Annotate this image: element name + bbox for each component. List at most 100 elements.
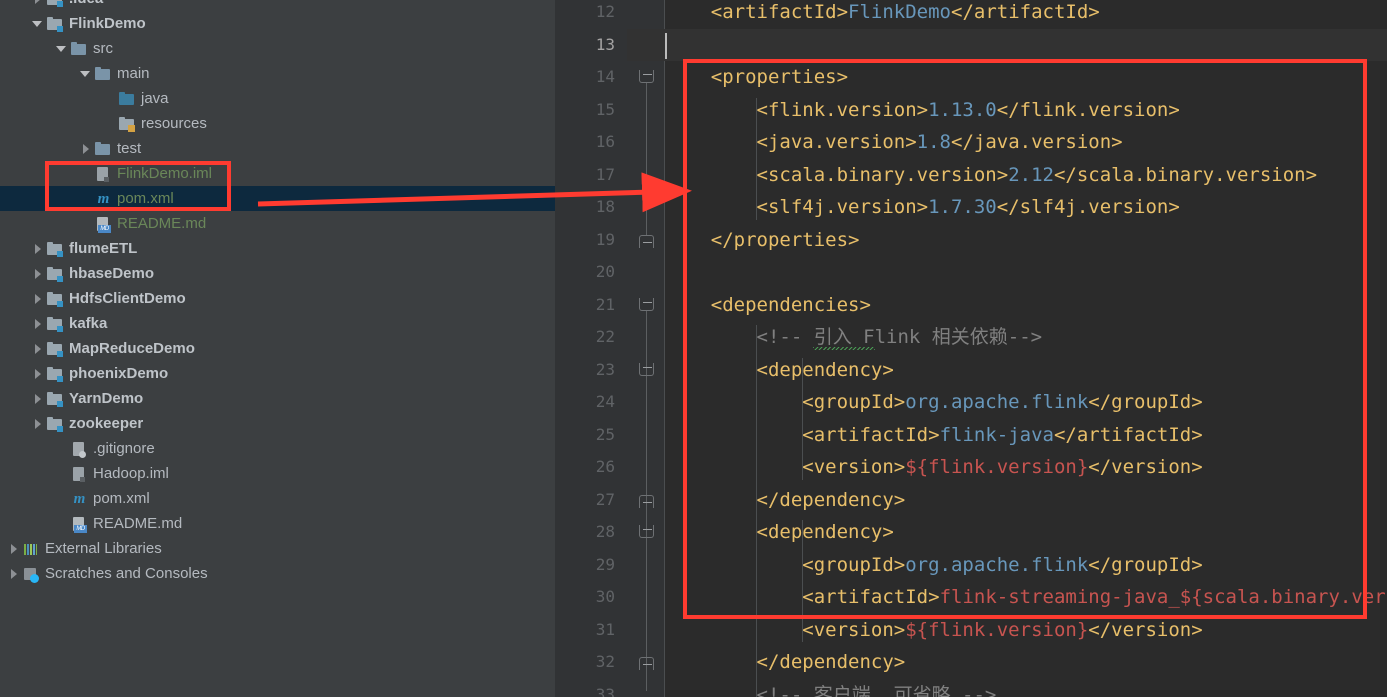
line-number[interactable]: 18 bbox=[555, 191, 615, 224]
fold-start-icon[interactable] bbox=[639, 70, 654, 83]
tree-item-mapreducedemo[interactable]: MapReduceDemo bbox=[0, 336, 555, 361]
code-line-12[interactable]: <artifactId>FlinkDemo</artifactId> bbox=[665, 0, 1387, 29]
line-number[interactable]: 29 bbox=[555, 549, 615, 582]
line-number[interactable]: 23 bbox=[555, 354, 615, 387]
line-number-gutter[interactable]: 12 13 14 15 16 17 18 19 20 21 22 23 24 25 26 27 28 29 30 31… bbox=[555, 0, 627, 697]
code-token: <flink.version> bbox=[756, 98, 929, 121]
tree-item-resources[interactable]: resources bbox=[0, 111, 555, 136]
chevron-right-icon[interactable] bbox=[32, 318, 44, 330]
code-line-27[interactable]: </dependency> bbox=[665, 484, 1387, 517]
chevron-right-icon[interactable] bbox=[32, 268, 44, 280]
tree-item-external-libraries[interactable]: External Libraries bbox=[0, 536, 555, 561]
code-line-23[interactable]: <dependency> bbox=[665, 354, 1387, 387]
code-line-14[interactable]: <properties> bbox=[665, 61, 1387, 94]
line-number[interactable]: 26 bbox=[555, 451, 615, 484]
line-number[interactable]: 28 bbox=[555, 516, 615, 549]
chevron-right-icon[interactable] bbox=[8, 543, 20, 555]
code-line-24[interactable]: <groupId>org.apache.flink</groupId> bbox=[665, 386, 1387, 419]
code-line-28[interactable]: <dependency> bbox=[665, 516, 1387, 549]
code-line-17[interactable]: <scala.binary.version>2.12</scala.binary… bbox=[665, 159, 1387, 192]
code-line-25[interactable]: <artifactId>flink-java</artifactId> bbox=[665, 419, 1387, 452]
tree-item-hadoop-iml[interactable]: Hadoop.iml bbox=[0, 461, 555, 486]
tree-item-scratches-and-consoles[interactable]: Scratches and Consoles bbox=[0, 561, 555, 586]
chevron-right-icon[interactable] bbox=[32, 343, 44, 355]
code-line-15[interactable]: <flink.version>1.13.0</flink.version> bbox=[665, 94, 1387, 127]
line-number[interactable]: 13 bbox=[555, 29, 615, 62]
code-line-31[interactable]: <version>${flink.version}</version> bbox=[665, 614, 1387, 647]
tree-item-test[interactable]: test bbox=[0, 136, 555, 161]
tree-item--gitignore[interactable]: .gitignore bbox=[0, 436, 555, 461]
chevron-right-icon[interactable] bbox=[32, 418, 44, 430]
code-line-16[interactable]: <java.version>1.8</java.version> bbox=[665, 126, 1387, 159]
fold-end-icon[interactable] bbox=[639, 657, 654, 670]
code-editor[interactable]: 12 13 14 15 16 17 18 19 20 21 22 23 24 25 26 27 28 29 30 31… bbox=[555, 0, 1387, 697]
tree-item-main[interactable]: main bbox=[0, 61, 555, 86]
tree-item-kafka[interactable]: kafka bbox=[0, 311, 555, 336]
fold-end-icon[interactable] bbox=[639, 234, 654, 248]
tree-item-src[interactable]: src bbox=[0, 36, 555, 61]
chevron-down-icon[interactable] bbox=[80, 68, 92, 80]
tree-item-phoenixdemo[interactable]: phoenixDemo bbox=[0, 361, 555, 386]
code-fold-gutter[interactable] bbox=[627, 0, 665, 697]
tree-item-flumeetl[interactable]: flumeETL bbox=[0, 236, 555, 261]
code-line-22[interactable]: <!-- 引入 Flink 相关依赖--> bbox=[665, 321, 1387, 354]
chevron-down-icon[interactable] bbox=[32, 18, 44, 30]
tree-item--idea[interactable]: .idea bbox=[0, 0, 555, 11]
line-number[interactable]: 20 bbox=[555, 256, 615, 289]
code-line-32[interactable]: </dependency> bbox=[665, 646, 1387, 679]
tree-item-readme-md[interactable]: README.md bbox=[0, 211, 555, 236]
tree-item-zookeeper[interactable]: zookeeper bbox=[0, 411, 555, 436]
code-line-29[interactable]: <groupId>org.apache.flink</groupId> bbox=[665, 549, 1387, 582]
line-number[interactable]: 21 bbox=[555, 289, 615, 322]
tree-item-hdfsclientdemo[interactable]: HdfsClientDemo bbox=[0, 286, 555, 311]
fold-start-icon[interactable] bbox=[639, 525, 654, 538]
line-number[interactable]: 30 bbox=[555, 581, 615, 614]
project-tree-panel[interactable]: .idea FlinkDemo srcmain java resources test Fl… bbox=[0, 0, 555, 697]
line-number[interactable]: 25 bbox=[555, 419, 615, 452]
code-line-18[interactable]: <slf4j.version>1.7.30</slf4j.version> bbox=[665, 191, 1387, 224]
chevron-right-icon[interactable] bbox=[32, 393, 44, 405]
line-number[interactable]: 31 bbox=[555, 614, 615, 647]
code-line-26[interactable]: <version>${flink.version}</version> bbox=[665, 451, 1387, 484]
line-number[interactable]: 17 bbox=[555, 159, 615, 192]
fold-start-icon[interactable] bbox=[639, 362, 654, 376]
line-number[interactable]: 33 bbox=[555, 679, 615, 697]
tree-item-readme-md[interactable]: README.md bbox=[0, 511, 555, 536]
code-line-19[interactable]: </properties> bbox=[665, 224, 1387, 257]
fold-start-icon[interactable] bbox=[639, 297, 654, 311]
tree-item-java[interactable]: java bbox=[0, 86, 555, 111]
code-line-13[interactable] bbox=[665, 29, 1387, 62]
line-number[interactable]: 16 bbox=[555, 126, 615, 159]
chevron-right-icon[interactable] bbox=[80, 143, 92, 155]
tree-item-flinkdemo-iml[interactable]: FlinkDemo.iml bbox=[0, 161, 555, 186]
line-number[interactable]: 22 bbox=[555, 321, 615, 354]
tree-item-hbasedemo[interactable]: hbaseDemo bbox=[0, 261, 555, 286]
code-line-33[interactable]: <!-- 客户端, 可省略 --> bbox=[665, 679, 1387, 697]
line-number[interactable]: 27 bbox=[555, 484, 615, 517]
line-number[interactable]: 15 bbox=[555, 94, 615, 127]
line-number[interactable]: 24 bbox=[555, 386, 615, 419]
line-number[interactable]: 14 bbox=[555, 61, 615, 94]
code-token: <artifactId> bbox=[802, 423, 940, 446]
code-line-20[interactable] bbox=[665, 256, 1387, 289]
chevron-right-icon[interactable] bbox=[32, 0, 44, 5]
line-number[interactable]: 19 bbox=[555, 224, 615, 257]
line-number[interactable]: 32 bbox=[555, 646, 615, 679]
tree-item-flinkdemo[interactable]: FlinkDemo bbox=[0, 11, 555, 36]
chevron-right-icon[interactable] bbox=[32, 293, 44, 305]
code-token: <dependency> bbox=[756, 358, 894, 381]
tree-item-pom-xml[interactable]: m pom.xml bbox=[0, 486, 555, 511]
tree-item-label: resources bbox=[141, 114, 207, 132]
chevron-right-icon[interactable] bbox=[32, 368, 44, 380]
line-number[interactable]: 12 bbox=[555, 0, 615, 29]
chevron-down-icon[interactable] bbox=[56, 43, 68, 55]
code-line-21[interactable]: <dependencies> bbox=[665, 289, 1387, 322]
code-line-30[interactable]: <artifactId>flink-streaming-java_${scala… bbox=[665, 581, 1387, 614]
code-text-area[interactable]: <artifactId>FlinkDemo</artifactId> <prop… bbox=[665, 0, 1387, 697]
tree-item-yarndemo[interactable]: YarnDemo bbox=[0, 386, 555, 411]
chevron-right-icon[interactable] bbox=[8, 568, 20, 580]
fold-end-icon[interactable] bbox=[639, 494, 654, 508]
tree-item-pom-xml[interactable]: m pom.xml bbox=[0, 186, 555, 211]
chevron-right-icon[interactable] bbox=[32, 243, 44, 255]
